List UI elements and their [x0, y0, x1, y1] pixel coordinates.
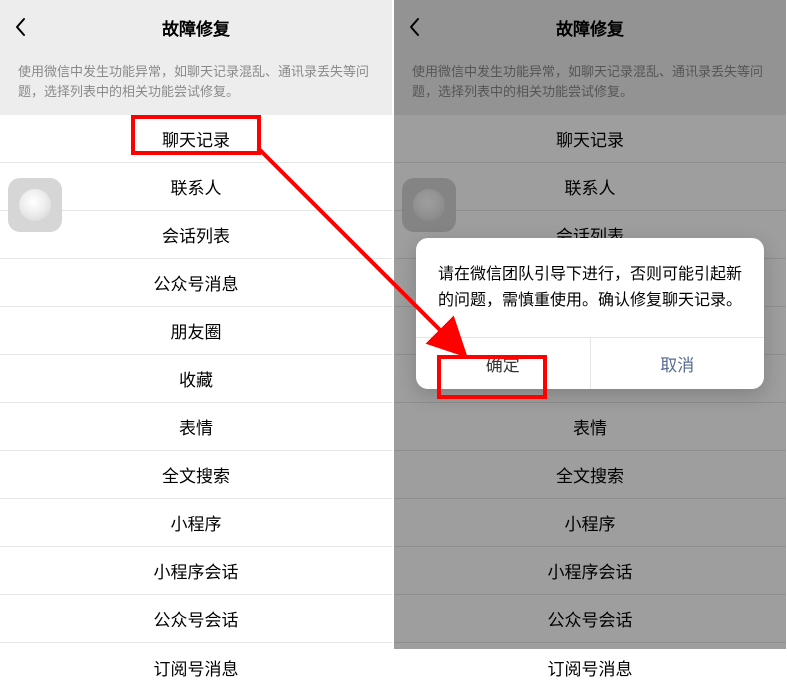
list-item-subscription-msgs[interactable]: 订阅号消息: [0, 643, 392, 691]
description-text: 使用微信中发生功能异常，如聊天记录混乱、通讯录丢失等问题，选择列表中的相关功能尝…: [0, 54, 392, 115]
header: 故障修复: [0, 0, 392, 54]
cancel-button[interactable]: 取消: [591, 338, 765, 389]
annotation-highlight-1: [131, 115, 261, 155]
list-item-official-session[interactable]: 公众号会话: [0, 595, 392, 643]
screen-after: 故障修复 使用微信中发生功能异常，如聊天记录混乱、通讯录丢失等问题，选择列表中的…: [394, 0, 786, 649]
list-item-fulltext-search[interactable]: 全文搜索: [0, 451, 392, 499]
back-icon[interactable]: [14, 17, 26, 37]
list-item-favorites[interactable]: 收藏: [0, 355, 392, 403]
list-item-moments[interactable]: 朋友圈: [0, 307, 392, 355]
list-item-miniprogram-session[interactable]: 小程序会话: [0, 547, 392, 595]
screen-before: 故障修复 使用微信中发生功能异常，如聊天记录混乱、通讯录丢失等问题，选择列表中的…: [0, 0, 392, 649]
assistive-touch-icon[interactable]: [8, 178, 62, 232]
list-item-stickers[interactable]: 表情: [0, 403, 392, 451]
dialog-message: 请在微信团队引导下进行，否则可能引起新的问题，需慎重使用。确认修复聊天记录。: [416, 238, 764, 337]
annotation-highlight-2: [437, 355, 547, 399]
list-item-miniprogram[interactable]: 小程序: [0, 499, 392, 547]
list-item-official-msgs[interactable]: 公众号消息: [0, 259, 392, 307]
page-title: 故障修复: [162, 15, 230, 40]
list-item-subscription-msgs[interactable]: 订阅号消息: [394, 643, 786, 691]
